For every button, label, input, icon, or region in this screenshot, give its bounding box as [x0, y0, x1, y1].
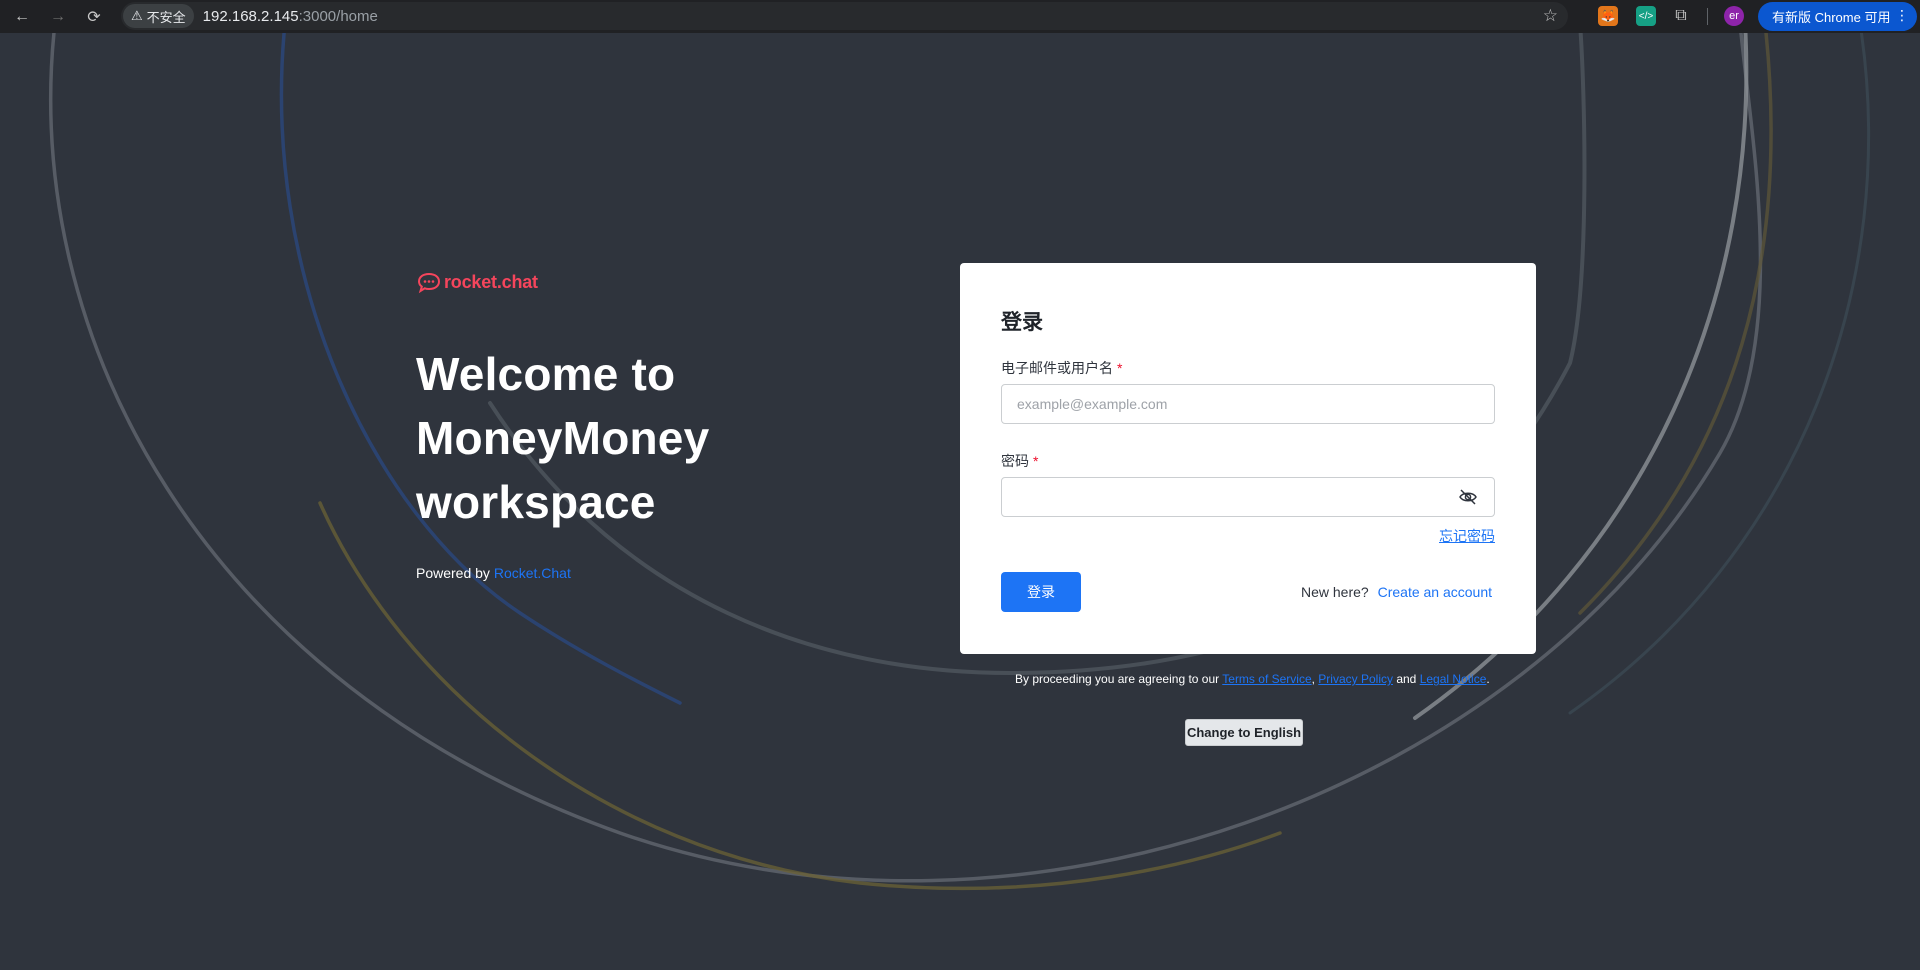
- url-host: 192.168.2.145: [202, 7, 299, 25]
- warning-icon: ⚠: [131, 8, 143, 23]
- login-title: 登录: [1001, 311, 1043, 334]
- forward-icon[interactable]: →: [46, 5, 70, 29]
- required-mark: *: [1033, 453, 1039, 469]
- url-path: :3000/home: [298, 7, 378, 25]
- extensions-puzzle-icon[interactable]: ⧉: [1671, 6, 1691, 26]
- signup-row: New here? Create an account: [1301, 584, 1492, 600]
- address-bar[interactable]: ⚠ 不安全 192.168.2.145:3000/home ☆: [121, 2, 1568, 30]
- toolbar-divider: [1707, 8, 1708, 25]
- reload-icon[interactable]: ⟳: [82, 5, 106, 29]
- rocketchat-logo-icon: [417, 272, 441, 294]
- welcome-line-3: workspace: [416, 476, 656, 528]
- login-button[interactable]: 登录: [1001, 572, 1081, 612]
- url-text[interactable]: 192.168.2.145:3000/home: [203, 8, 378, 25]
- legal-notice-link[interactable]: Legal Notice: [1420, 672, 1487, 686]
- green-extension-icon[interactable]: </>: [1636, 6, 1656, 26]
- brand-name: rocket.chat: [444, 271, 538, 292]
- email-label: 电子邮件或用户名 *: [1001, 358, 1122, 378]
- forgot-password-link[interactable]: 忘记密码: [1439, 526, 1495, 546]
- bookmark-star-icon[interactable]: ☆: [1543, 6, 1558, 26]
- welcome-heading: Welcome to MoneyMoney workspace: [416, 342, 776, 534]
- back-icon[interactable]: ←: [10, 5, 34, 29]
- rocketchat-link[interactable]: Rocket.Chat: [494, 565, 571, 581]
- login-card: 登录 电子邮件或用户名* 密码* 忘记密码 登录 New here? Creat…: [960, 263, 1536, 654]
- welcome-line-2: MoneyMoney: [416, 412, 710, 464]
- rocketchat-logo: rocket.chat: [417, 270, 538, 294]
- change-language-button[interactable]: Change to English: [1185, 719, 1303, 746]
- eye-off-icon[interactable]: [1458, 488, 1478, 506]
- required-mark: *: [1117, 360, 1123, 376]
- create-account-link[interactable]: Create an account: [1378, 584, 1492, 600]
- password-label-text: 密码: [1001, 453, 1029, 469]
- email-label-text: 电子邮件或用户名: [1001, 360, 1113, 376]
- privacy-policy-link[interactable]: Privacy Policy: [1318, 672, 1393, 686]
- password-field-box: [1001, 477, 1495, 517]
- security-label: 不安全: [146, 9, 186, 25]
- terms-of-service-link[interactable]: Terms of Service: [1222, 672, 1311, 686]
- update-label: 有新版 Chrome 可用: [1772, 10, 1891, 25]
- password-field[interactable]: [1002, 478, 1494, 516]
- new-here-text: New here?: [1301, 584, 1369, 600]
- profile-avatar[interactable]: er: [1724, 6, 1744, 26]
- terms-and: and: [1392, 672, 1420, 686]
- browser-toolbar: ← → ⟳ ⚠ 不安全 192.168.2.145:3000/home ☆ 🦊 …: [0, 0, 1920, 33]
- email-field-box: [1001, 384, 1495, 424]
- metamask-extension-icon[interactable]: 🦊: [1598, 6, 1618, 26]
- powered-by: Powered by Rocket.Chat: [416, 565, 571, 581]
- terms-notice: By proceeding you are agreeing to our Te…: [1015, 672, 1490, 686]
- chrome-menu-icon[interactable]: ⋮: [1895, 7, 1909, 24]
- chrome-update-button[interactable]: 有新版 Chrome 可用 ⋮: [1758, 2, 1917, 31]
- security-chip[interactable]: ⚠ 不安全: [123, 4, 194, 28]
- terms-period: .: [1486, 672, 1490, 686]
- password-label: 密码 *: [1001, 451, 1038, 471]
- terms-prefix: By proceeding you are agreeing to our: [1015, 672, 1223, 686]
- welcome-line-1: Welcome to: [416, 348, 676, 400]
- powered-by-prefix: Powered by: [416, 565, 494, 581]
- email-field[interactable]: [1002, 385, 1494, 423]
